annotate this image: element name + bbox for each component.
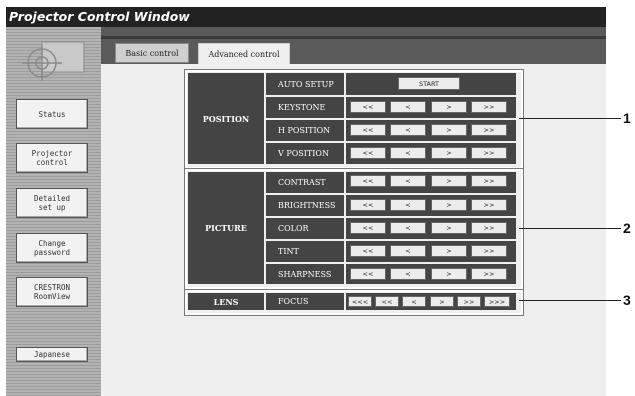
brightness-fast-increase-button[interactable]: >> <box>471 199 507 211</box>
row-controls-color: << < > >> <box>346 218 516 239</box>
focus-increase-button[interactable]: > <box>430 296 454 307</box>
brightness-fast-decrease-button[interactable]: << <box>350 199 386 211</box>
row-label-auto-setup: AUTO SETUP <box>266 73 344 95</box>
row-label-focus: FOCUS <box>266 293 344 310</box>
title-bar: Projector Control Window <box>6 7 606 27</box>
v-position-increase-button[interactable]: > <box>431 147 467 159</box>
row-label-color: COLOR <box>266 218 344 239</box>
keystone-fast-decrease-button[interactable]: << <box>350 101 386 113</box>
callout-line-1 <box>519 118 621 119</box>
row-controls-tint: << < > >> <box>346 241 516 262</box>
sharpness-fast-increase-button[interactable]: >> <box>471 268 507 280</box>
tint-fast-decrease-button[interactable]: << <box>350 245 386 257</box>
position-group-label: POSITION <box>188 73 264 164</box>
tab-advanced-control[interactable]: Advanced control <box>198 43 290 64</box>
sidebar-item-status[interactable]: Status <box>16 99 88 129</box>
v-position-fast-increase-button[interactable]: >> <box>471 147 507 159</box>
color-fast-increase-button[interactable]: >> <box>471 222 507 234</box>
contrast-fast-decrease-button[interactable]: << <box>350 175 386 187</box>
h-position-decrease-button[interactable]: < <box>390 124 426 136</box>
row-controls-focus: <<< << < > >> >>> <box>346 293 516 310</box>
color-decrease-button[interactable]: < <box>390 222 426 234</box>
sharpness-increase-button[interactable]: > <box>431 268 467 280</box>
focus-fastest-increase-button[interactable]: >>> <box>484 296 510 307</box>
sidebar-item-crestron-roomview[interactable]: CRESTRON RoomView <box>16 277 88 307</box>
brightness-decrease-button[interactable]: < <box>390 199 426 211</box>
h-position-fast-decrease-button[interactable]: << <box>350 124 386 136</box>
callout-number-3: 3 <box>623 292 631 308</box>
row-label-contrast: CONTRAST <box>266 172 344 193</box>
focus-decrease-button[interactable]: < <box>402 296 426 307</box>
lens-group-label: LENS <box>188 293 264 310</box>
sidebar: Status Projector control Detailed set up… <box>6 27 101 396</box>
row-controls-brightness: << < > >> <box>346 195 516 216</box>
row-controls-auto-setup: START <box>346 73 516 95</box>
contrast-decrease-button[interactable]: < <box>390 175 426 187</box>
tab-strip <box>101 36 606 39</box>
row-controls-contrast: << < > >> <box>346 172 516 193</box>
row-controls-h-position: << < > >> <box>346 120 516 141</box>
sidebar-item-detailed-setup[interactable]: Detailed set up <box>16 188 88 218</box>
h-position-increase-button[interactable]: > <box>431 124 467 136</box>
sidebar-item-change-password[interactable]: Change password <box>16 233 88 263</box>
row-label-tint: TINT <box>266 241 344 262</box>
color-fast-decrease-button[interactable]: << <box>350 222 386 234</box>
callout-number-2: 2 <box>623 220 631 236</box>
contrast-fast-increase-button[interactable]: >> <box>471 175 507 187</box>
tint-decrease-button[interactable]: < <box>390 245 426 257</box>
row-controls-keystone: << < > >> <box>346 97 516 118</box>
contrast-increase-button[interactable]: > <box>431 175 467 187</box>
row-label-keystone: KEYSTONE <box>266 97 344 118</box>
row-label-v-position: V POSITION <box>266 143 344 164</box>
row-controls-sharpness: << < > >> <box>346 264 516 284</box>
keystone-fast-increase-button[interactable]: >> <box>471 101 507 113</box>
keystone-increase-button[interactable]: > <box>431 101 467 113</box>
auto-setup-start-button[interactable]: START <box>398 77 460 90</box>
sharpness-decrease-button[interactable]: < <box>390 268 426 280</box>
v-position-fast-decrease-button[interactable]: << <box>350 147 386 159</box>
tint-increase-button[interactable]: > <box>431 245 467 257</box>
keystone-decrease-button[interactable]: < <box>390 101 426 113</box>
picture-group-label: PICTURE <box>188 172 264 284</box>
row-label-sharpness: SHARPNESS <box>266 264 344 284</box>
color-increase-button[interactable]: > <box>431 222 467 234</box>
row-controls-v-position: << < > >> <box>346 143 516 164</box>
japanese-language-button[interactable]: Japanese <box>16 347 88 362</box>
h-position-fast-increase-button[interactable]: >> <box>471 124 507 136</box>
focus-fast-decrease-button[interactable]: << <box>375 296 399 307</box>
row-label-h-position: H POSITION <box>266 120 344 141</box>
tab-basic-control[interactable]: Basic control <box>115 43 189 63</box>
v-position-decrease-button[interactable]: < <box>390 147 426 159</box>
sharpness-fast-decrease-button[interactable]: << <box>350 268 386 280</box>
window-title: Projector Control Window <box>9 9 190 24</box>
crosshair-logo-icon <box>22 41 85 81</box>
callout-line-2 <box>519 228 621 229</box>
focus-fast-increase-button[interactable]: >> <box>457 296 481 307</box>
brightness-increase-button[interactable]: > <box>431 199 467 211</box>
callout-number-1: 1 <box>623 110 631 126</box>
callout-line-3 <box>519 300 621 301</box>
sidebar-item-projector-control[interactable]: Projector control <box>16 143 88 173</box>
tint-fast-increase-button[interactable]: >> <box>471 245 507 257</box>
row-label-brightness: BRIGHTNESS <box>266 195 344 216</box>
focus-fastest-decrease-button[interactable]: <<< <box>348 296 372 307</box>
